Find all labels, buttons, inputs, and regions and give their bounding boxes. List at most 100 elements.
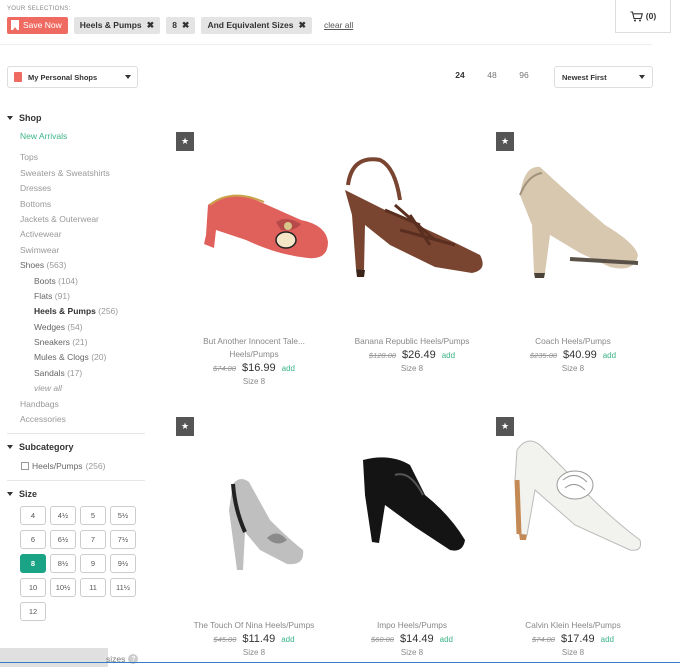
remove-icon[interactable]: ✖	[182, 20, 190, 31]
sort-dropdown[interactable]: Newest First	[554, 66, 653, 88]
size-button[interactable]: 11½	[110, 578, 136, 598]
sidebar-item-sneakers[interactable]: Sneakers (21)	[7, 335, 147, 350]
size-button[interactable]: 7	[80, 530, 106, 550]
size-button[interactable]: 5	[80, 506, 106, 526]
cart-button[interactable]: (0)	[615, 0, 671, 33]
size-button[interactable]: 11	[80, 578, 106, 598]
shop-section-header[interactable]: Shop	[7, 110, 147, 126]
window-edge	[0, 662, 680, 663]
sidebar: Shop New Arrivals Tops Sweaters & Sweats…	[7, 110, 147, 622]
size-button[interactable]: 4½	[50, 506, 76, 526]
product-image-pink-peeptoe-pump[interactable]	[186, 160, 336, 270]
per-page-48[interactable]: 48	[476, 70, 508, 80]
sidebar-item-jackets[interactable]: Jackets & Outerwear	[7, 212, 147, 227]
sidebar-item-flats[interactable]: Flats (91)	[7, 289, 147, 304]
sidebar-item-tops[interactable]: Tops	[7, 150, 147, 165]
size-button[interactable]: 10	[20, 578, 46, 598]
sidebar-item-activewear[interactable]: Activewear	[7, 227, 147, 242]
price-row: $74.00 $16.99 add	[169, 362, 339, 374]
remove-icon[interactable]: ✖	[147, 20, 155, 31]
sidebar-item-shoes[interactable]: Shoes (563)	[7, 258, 147, 273]
option-count: (256)	[85, 461, 106, 472]
size-button[interactable]: 8½	[50, 554, 76, 574]
original-price: $74.00	[532, 635, 555, 644]
product-name[interactable]: Banana Republic Heels/Pumps	[327, 335, 497, 348]
filter-chip-heels-pumps[interactable]: Heels & Pumps ✖	[73, 16, 161, 34]
sidebar-item-view-all[interactable]: view all	[7, 381, 147, 396]
product-name[interactable]: Calvin Klein Heels/Pumps	[488, 619, 658, 632]
remove-icon[interactable]: ✖	[298, 20, 306, 31]
save-now-label: Save Now	[23, 20, 62, 30]
sidebar-item-bottoms[interactable]: Bottoms	[7, 197, 147, 212]
product-image-black-patent-bootie[interactable]	[355, 455, 470, 555]
sidebar-item-dresses[interactable]: Dresses	[7, 181, 147, 196]
product-name[interactable]: The Touch Of Nina Heels/Pumps	[169, 619, 339, 632]
product-name[interactable]: Coach Heels/Pumps	[488, 335, 658, 348]
price-row: $60.00 $14.49 add	[327, 633, 497, 645]
filter-chip-equivalent-sizes[interactable]: And Equivalent Sizes ✖	[201, 16, 312, 34]
size-button-selected[interactable]: 8	[20, 554, 46, 574]
price-row: $45.00 $11.49 add	[169, 633, 339, 645]
save-now-button[interactable]: Save Now	[7, 16, 68, 34]
checkbox[interactable]	[21, 462, 29, 471]
size-section-header[interactable]: Size	[7, 486, 147, 502]
chevron-down-icon	[125, 75, 131, 79]
size-button[interactable]: 7½	[110, 530, 136, 550]
sale-price: $26.49	[402, 349, 436, 361]
clear-all-link[interactable]: clear all	[324, 20, 353, 30]
size-button[interactable]: 4	[20, 506, 46, 526]
selection-bar: Save Now Heels & Pumps ✖ 8 ✖ And Equival…	[7, 16, 353, 34]
collapse-triangle-icon	[7, 492, 13, 497]
product-image-brown-strappy-heel[interactable]	[340, 145, 490, 295]
product-name[interactable]: Impo Heels/Pumps	[327, 619, 497, 632]
sidebar-item-accessories[interactable]: Accessories	[7, 412, 147, 427]
original-price: $128.00	[368, 351, 397, 360]
favorite-star-icon[interactable]: ★	[176, 132, 194, 151]
add-to-cart-link[interactable]: add	[603, 351, 616, 360]
size-button[interactable]: 9	[80, 554, 106, 574]
size-button[interactable]: 6½	[50, 530, 76, 550]
collapse-triangle-icon	[7, 116, 13, 120]
sidebar-item-boots[interactable]: Boots (104)	[7, 274, 147, 289]
chip-label: And Equivalent Sizes	[207, 20, 294, 30]
item-label: Flats	[34, 290, 53, 301]
product-size: Size 8	[242, 648, 266, 657]
add-to-cart-link[interactable]: add	[440, 635, 453, 644]
item-label: Sandals	[34, 367, 65, 378]
add-to-cart-link[interactable]: add	[281, 635, 294, 644]
sidebar-item-wedges[interactable]: Wedges (54)	[7, 320, 147, 335]
product-image-beige-pump[interactable]	[510, 155, 650, 280]
sidebar-item-sweaters[interactable]: Sweaters & Sweatshirts	[7, 166, 147, 181]
original-price: $235.00	[529, 351, 558, 360]
product-image-silver-pump[interactable]	[215, 470, 315, 575]
sidebar-item-handbags[interactable]: Handbags	[7, 397, 147, 412]
filter-chip-size[interactable]: 8 ✖	[166, 16, 196, 34]
size-button[interactable]: 12	[20, 602, 46, 622]
subcategory-section-header[interactable]: Subcategory	[7, 439, 147, 455]
per-page-96[interactable]: 96	[508, 70, 540, 80]
sidebar-item-new-arrivals[interactable]: New Arrivals	[7, 129, 147, 144]
size-button[interactable]: 9½	[110, 554, 136, 574]
add-to-cart-link[interactable]: add	[282, 364, 295, 373]
size-button[interactable]: 5½	[110, 506, 136, 526]
sidebar-item-swimwear[interactable]: Swimwear	[7, 243, 147, 258]
product-image-white-cutout-sandal[interactable]	[505, 430, 650, 555]
favorite-star-icon[interactable]: ★	[496, 132, 514, 151]
item-count: (256)	[98, 306, 119, 317]
sidebar-item-sandals[interactable]: Sandals (17)	[7, 366, 147, 381]
sale-price: $17.49	[560, 633, 595, 645]
size-button[interactable]: 6	[20, 530, 46, 550]
subcategory-option-heels-pumps[interactable]: Heels/Pumps (256)	[7, 458, 147, 474]
product-name-line: Calvin Klein Heels/Pumps	[525, 620, 621, 630]
product-name[interactable]: But Another Innocent Tale... Heels/Pumps	[169, 335, 339, 361]
add-to-cart-link[interactable]: add	[442, 351, 455, 360]
bottom-overlay-bar	[0, 648, 108, 667]
product-size: Size 8	[561, 364, 585, 373]
size-button[interactable]: 10½	[50, 578, 76, 598]
favorite-star-icon[interactable]: ★	[176, 417, 194, 436]
sidebar-item-heels-pumps[interactable]: Heels & Pumps (256)	[7, 304, 147, 319]
my-personal-shops-dropdown[interactable]: My Personal Shops	[7, 66, 138, 88]
sidebar-item-mules-clogs[interactable]: Mules & Clogs (20)	[7, 350, 147, 365]
add-to-cart-link[interactable]: add	[601, 635, 614, 644]
per-page-24[interactable]: 24	[444, 70, 476, 80]
